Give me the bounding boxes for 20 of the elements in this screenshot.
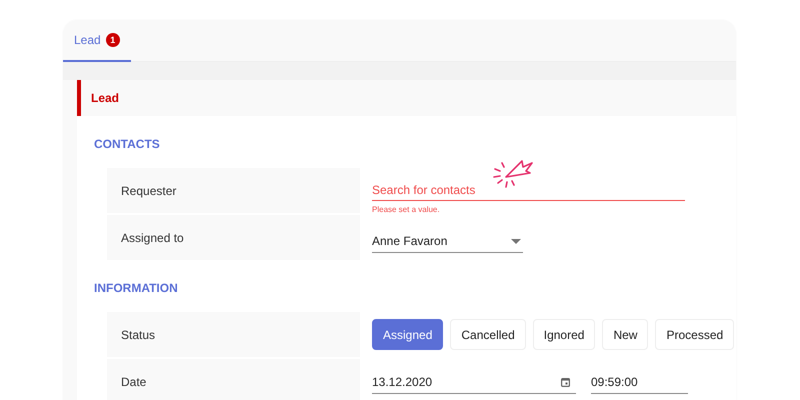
status-option[interactable]: New xyxy=(602,319,648,350)
search-field[interactable]: Search for contacts xyxy=(372,180,685,201)
time-field[interactable]: 09:59:00 xyxy=(591,372,688,394)
caret-icon xyxy=(511,238,521,244)
field-label: Requester xyxy=(121,184,176,198)
group-title: INFORMATION xyxy=(94,281,179,297)
status-option[interactable]: Ignored xyxy=(532,319,596,350)
status-option[interactable]: Cancelled xyxy=(450,319,526,350)
error-message: Please set a value. xyxy=(372,205,440,214)
status-option[interactable]: Processed xyxy=(655,319,734,350)
field-label: Status xyxy=(121,328,156,342)
calendar-icon xyxy=(561,377,570,387)
date-field[interactable]: 13.12.2020 xyxy=(372,372,576,394)
field-label: Assigned to xyxy=(121,230,184,244)
status-option[interactable]: Assigned xyxy=(372,319,444,350)
assignee-dropdown[interactable]: Anne Favaron xyxy=(372,230,523,252)
field-label: Date xyxy=(121,374,146,388)
group-title: CONTACTS xyxy=(94,137,161,153)
section-title: Lead xyxy=(91,91,120,105)
count-badge: 1 xyxy=(106,33,120,47)
